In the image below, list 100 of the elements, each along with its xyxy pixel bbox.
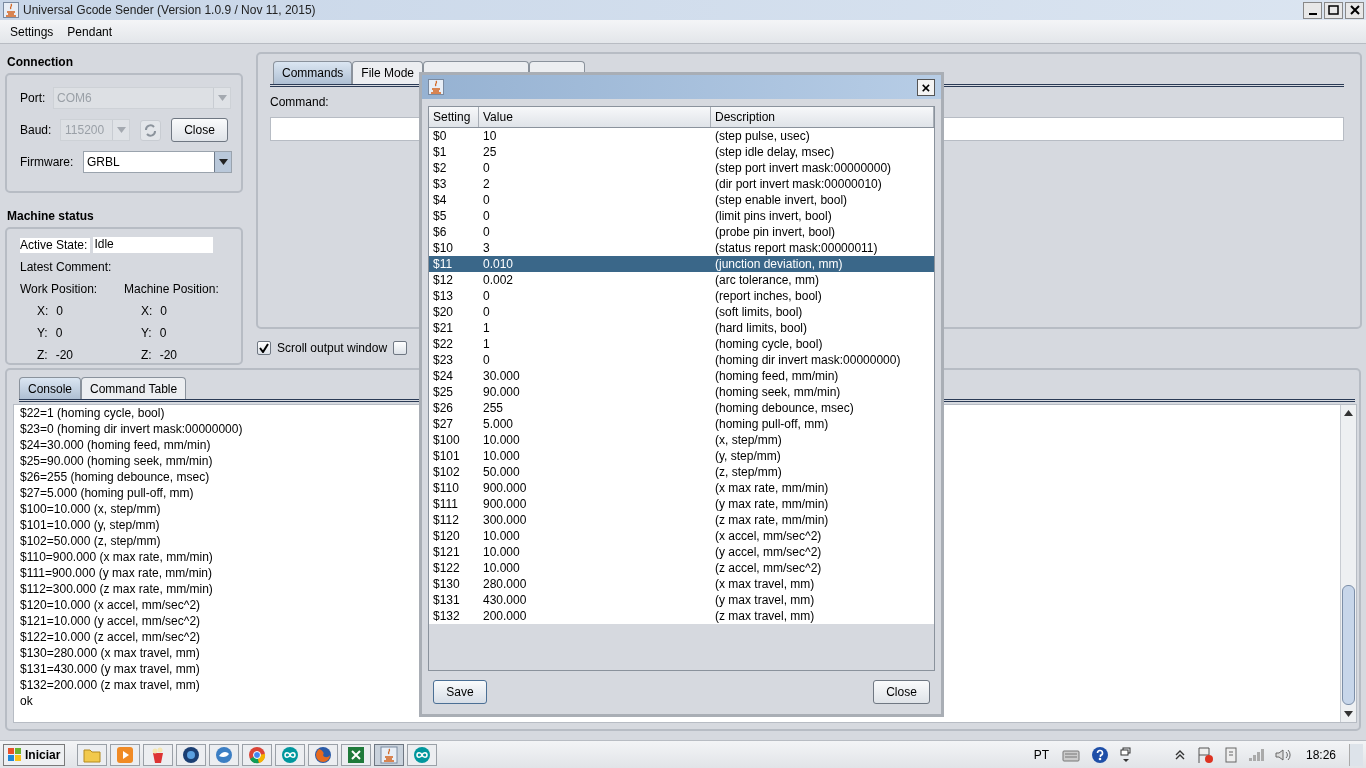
- table-cell-text: $4: [432, 192, 448, 208]
- table-cell-text: (y max travel, mm): [714, 592, 816, 608]
- table-cell-text: $101: [432, 448, 461, 464]
- table-cell-text: $25: [432, 384, 455, 400]
- table-cell-text: 900.000: [482, 480, 528, 496]
- table-cell-text: (soft limits, bool): [714, 304, 804, 320]
- table-cell-text: $120: [432, 528, 461, 544]
- table-cell-text: $26: [432, 400, 455, 416]
- table-cell-text: $13: [432, 288, 455, 304]
- axis-value: -20: [159, 348, 177, 363]
- table-cell-text: (homing debounce, msec): [714, 400, 855, 416]
- table-cell-text: $12: [432, 272, 455, 288]
- table-cell-text: 0: [482, 288, 491, 304]
- table-cell-text: $1: [432, 144, 448, 160]
- console-line: $101=10.000 (y, step/mm): [20, 517, 160, 533]
- table-cell-text: $10: [432, 240, 455, 256]
- table-cell-text: (report inches, bool): [714, 288, 823, 304]
- table-cell-text: 10.000: [482, 432, 521, 448]
- table-cell-text: $112: [432, 512, 460, 528]
- table-cell-text: 280.000: [482, 576, 528, 592]
- table-cell-text: 3: [482, 240, 491, 256]
- active-state-field: Idle: [93, 237, 214, 253]
- table-cell-text: 0: [482, 192, 491, 208]
- field-label: Firmware:: [20, 154, 75, 171]
- table-cell-text: $20: [432, 304, 455, 320]
- field-label: Port:: [20, 90, 47, 107]
- table-cell-text: (x, step/mm): [714, 432, 783, 448]
- table-cell-text: 0: [482, 304, 491, 320]
- axis-value: 0: [56, 304, 64, 319]
- table-cell-text: 50.000: [482, 464, 521, 480]
- field-label: Work Position:: [20, 282, 99, 297]
- table-cell-text: 90.000: [482, 384, 521, 400]
- table-cell-text: 10.000: [482, 528, 521, 544]
- table-cell-text: (x max rate, mm/min): [714, 480, 830, 496]
- table-cell-text: $111: [432, 496, 459, 512]
- table-cell-text: (z max travel, mm): [714, 608, 816, 624]
- console-line: $111=900.000 (y max rate, mm/min): [20, 565, 212, 581]
- table-cell-text: 0: [482, 208, 491, 224]
- table-cell-text: $11: [432, 256, 454, 272]
- console-line: $22=1 (homing cycle, bool): [20, 405, 165, 421]
- table-cell-text: (limit pins invert, bool): [714, 208, 833, 224]
- table-cell-text: $21: [432, 320, 455, 336]
- console-line: ok: [20, 693, 33, 709]
- axis-value: 0: [55, 326, 63, 341]
- console-line: $27=5.000 (homing pull-off, mm): [20, 485, 194, 501]
- table-cell-text: 255: [482, 400, 505, 416]
- axis-value: 0: [160, 304, 168, 319]
- table-cell-text: (y max rate, mm/min): [714, 496, 830, 512]
- table-cell-text: 900.000: [482, 496, 528, 512]
- table-cell-text: (homing pull-off, mm): [714, 416, 830, 432]
- console-line: $110=900.000 (x max rate, mm/min): [20, 549, 213, 565]
- table-cell-text: 10: [482, 128, 498, 144]
- table-cell-text: 200.000: [482, 608, 528, 624]
- table-cell-text: (y accel, mm/sec^2): [714, 544, 823, 560]
- table-cell-text: (homing seek, mm/min): [714, 384, 842, 400]
- table-cell-text: 30.000: [482, 368, 521, 384]
- field-label: Active State:: [20, 237, 91, 253]
- field-label: Command:: [270, 94, 330, 111]
- section-heading: Connection: [7, 54, 74, 71]
- table-cell-text: $110: [432, 480, 460, 496]
- table-cell-text: 0: [482, 352, 491, 368]
- table-cell-text: (homing dir invert mask:00000000): [714, 352, 902, 368]
- table-cell-text: $122: [432, 560, 461, 576]
- console-line: $100=10.000 (x, step/mm): [20, 501, 161, 517]
- table-cell-text: (y, step/mm): [714, 448, 782, 464]
- table-cell-text: $121: [432, 544, 461, 560]
- table-cell-text: 300.000: [482, 512, 528, 528]
- table-cell-text: (arc tolerance, mm): [714, 272, 821, 288]
- table-cell-text: 2: [482, 176, 491, 192]
- table-cell-text: (junction deviation, mm): [714, 256, 844, 272]
- axis-label: Z:: [37, 348, 48, 363]
- axis-value: 0: [159, 326, 167, 341]
- axis-label: Y:: [37, 326, 48, 341]
- table-cell-text: $23: [432, 352, 455, 368]
- table-cell-text: 25: [482, 144, 498, 160]
- console-line: $120=10.000 (x accel, mm/sec^2): [20, 597, 201, 613]
- axis-value: -20: [55, 348, 73, 363]
- axis-label: X:: [141, 304, 153, 319]
- table-cell-text: $0: [432, 128, 448, 144]
- table-cell-text: (homing cycle, bool): [714, 336, 824, 352]
- console-line: $25=90.000 (homing seek, mm/min): [20, 453, 213, 469]
- table-cell-text: $22: [432, 336, 455, 352]
- table-cell-text: $5: [432, 208, 448, 224]
- table-cell-text: $130: [432, 576, 461, 592]
- table-cell-text: (step idle delay, msec): [714, 144, 836, 160]
- table-cell-text: 0.002: [482, 272, 515, 288]
- section-heading: Machine status: [7, 208, 95, 225]
- console-line: $122=10.000 (z accel, mm/sec^2): [20, 629, 201, 645]
- table-cell-text: 0: [482, 224, 491, 240]
- console-line: $26=255 (homing debounce, msec): [20, 469, 210, 485]
- table-cell-text: $27: [432, 416, 455, 432]
- table-cell-text: (probe pin invert, bool): [714, 224, 837, 240]
- window-title: Universal Gcode Sender (Version 1.0.9 / Nov 11, 2015): [23, 2, 316, 19]
- table-cell-text: $6: [432, 224, 448, 240]
- axis-label: Y:: [141, 326, 152, 341]
- table-cell-text: 10.000: [482, 544, 521, 560]
- table-cell-text: (z accel, mm/sec^2): [714, 560, 823, 576]
- console-line: $121=10.000 (y accel, mm/sec^2): [20, 613, 201, 629]
- table-cell-text: (step pulse, usec): [714, 128, 811, 144]
- table-cell-text: (step port invert mask:00000000): [714, 160, 893, 176]
